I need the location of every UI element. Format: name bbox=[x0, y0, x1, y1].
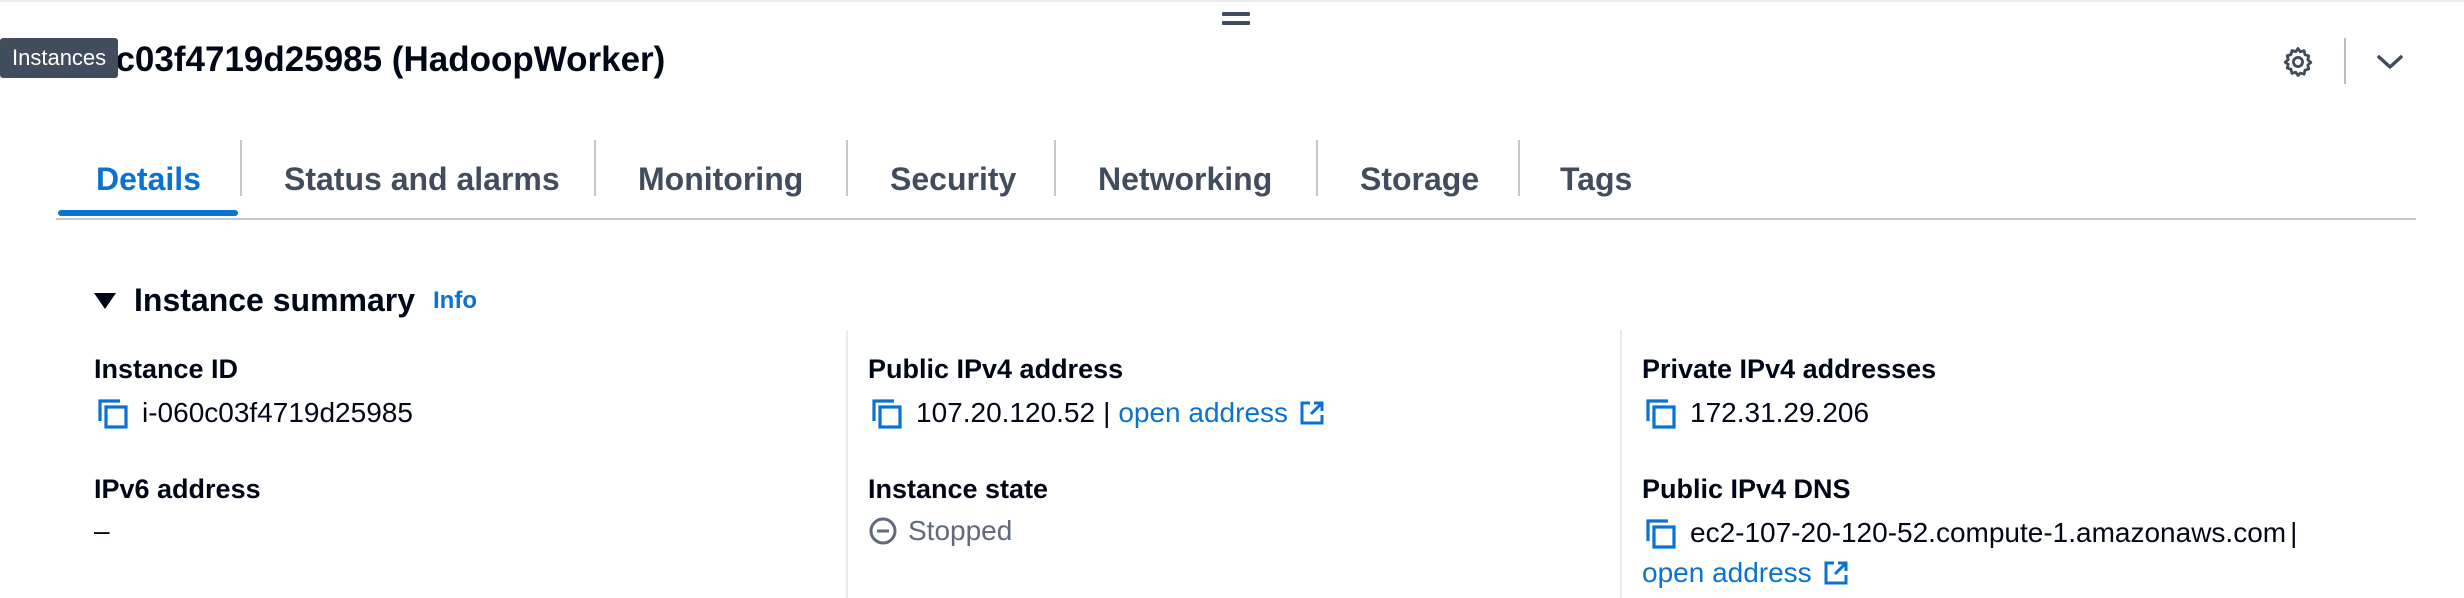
tab-security[interactable]: Security bbox=[890, 140, 1016, 218]
field-label: IPv6 address bbox=[94, 474, 261, 504]
tab-separator bbox=[240, 140, 242, 196]
public-ipv4-field: Public IPv4 address 107.20.120.52 | open… bbox=[868, 354, 1326, 431]
settings-gear-icon[interactable] bbox=[2278, 42, 2318, 82]
instance-state-field: Instance state Stopped bbox=[868, 474, 1048, 547]
instance-id-value: i-060c03f4719d25985 bbox=[142, 397, 413, 428]
tab-tags[interactable]: Tags bbox=[1560, 140, 1632, 218]
header-divider bbox=[2344, 38, 2346, 84]
instance-state-value: Stopped bbox=[908, 515, 1013, 546]
public-ipv4-value: 107.20.120.52 bbox=[916, 397, 1096, 428]
copy-icon[interactable] bbox=[1642, 515, 1678, 551]
page-title: 0c03f4719d25985 (HadoopWorker) bbox=[96, 40, 666, 79]
tab-networking[interactable]: Networking bbox=[1098, 140, 1272, 218]
open-address-link[interactable]: open address bbox=[1118, 397, 1326, 429]
panel-top-border bbox=[0, 0, 2464, 2]
open-address-link[interactable]: open address bbox=[1642, 557, 1850, 589]
tab-separator bbox=[846, 140, 848, 196]
active-tab-indicator bbox=[58, 210, 238, 216]
tab-status-and-alarms[interactable]: Status and alarms bbox=[284, 140, 560, 218]
external-link-icon bbox=[1298, 399, 1326, 427]
instance-id-field: Instance ID i-060c03f4719d25985 bbox=[94, 354, 413, 431]
copy-icon[interactable] bbox=[868, 395, 904, 431]
value-separator: | bbox=[2290, 517, 2298, 548]
private-ipv4-value: 172.31.29.206 bbox=[1690, 397, 1870, 428]
column-divider bbox=[846, 330, 848, 598]
copy-icon[interactable] bbox=[94, 395, 130, 431]
chevron-down-icon[interactable] bbox=[2370, 44, 2410, 80]
external-link-icon bbox=[1822, 559, 1850, 587]
field-label: Public IPv4 DNS bbox=[1642, 474, 1851, 504]
caret-down-icon[interactable] bbox=[94, 292, 116, 309]
open-address-label: open address bbox=[1118, 397, 1289, 428]
ipv6-address-value: – bbox=[94, 515, 110, 546]
tab-monitoring[interactable]: Monitoring bbox=[638, 140, 803, 218]
instances-tooltip: Instances bbox=[0, 38, 119, 78]
field-label: Instance state bbox=[868, 474, 1049, 504]
public-ipv4-dns-field: Public IPv4 DNS ec2-107-20-120-52.comput… bbox=[1642, 474, 2297, 589]
tab-details[interactable]: Details bbox=[96, 140, 201, 218]
open-address-label: open address bbox=[1642, 557, 1812, 588]
info-link[interactable]: Info bbox=[433, 287, 477, 315]
field-label: Instance ID bbox=[94, 354, 239, 384]
stopped-status-icon bbox=[868, 516, 898, 546]
ipv6-address-field: IPv6 address – bbox=[94, 474, 261, 547]
copy-icon[interactable] bbox=[1642, 395, 1678, 431]
value-separator: | bbox=[1103, 397, 1111, 428]
tab-separator bbox=[1054, 140, 1056, 196]
drag-handle-icon[interactable] bbox=[1222, 12, 1250, 28]
tab-separator bbox=[1316, 140, 1318, 196]
column-divider bbox=[1620, 330, 1622, 598]
tab-separator bbox=[1518, 140, 1520, 196]
instance-summary-header: Instance summary Info bbox=[94, 282, 477, 319]
section-title[interactable]: Instance summary bbox=[134, 282, 415, 319]
tab-separator bbox=[594, 140, 596, 196]
tab-storage[interactable]: Storage bbox=[1360, 140, 1479, 218]
tab-bar: Details Status and alarms Monitoring Sec… bbox=[56, 140, 2416, 220]
public-ipv4-dns-value: ec2-107-20-120-52.compute-1.amazonaws.co… bbox=[1690, 517, 2287, 548]
private-ipv4-field: Private IPv4 addresses 172.31.29.206 bbox=[1642, 354, 1936, 431]
field-label: Private IPv4 addresses bbox=[1642, 354, 1937, 384]
field-label: Public IPv4 address bbox=[868, 354, 1124, 384]
